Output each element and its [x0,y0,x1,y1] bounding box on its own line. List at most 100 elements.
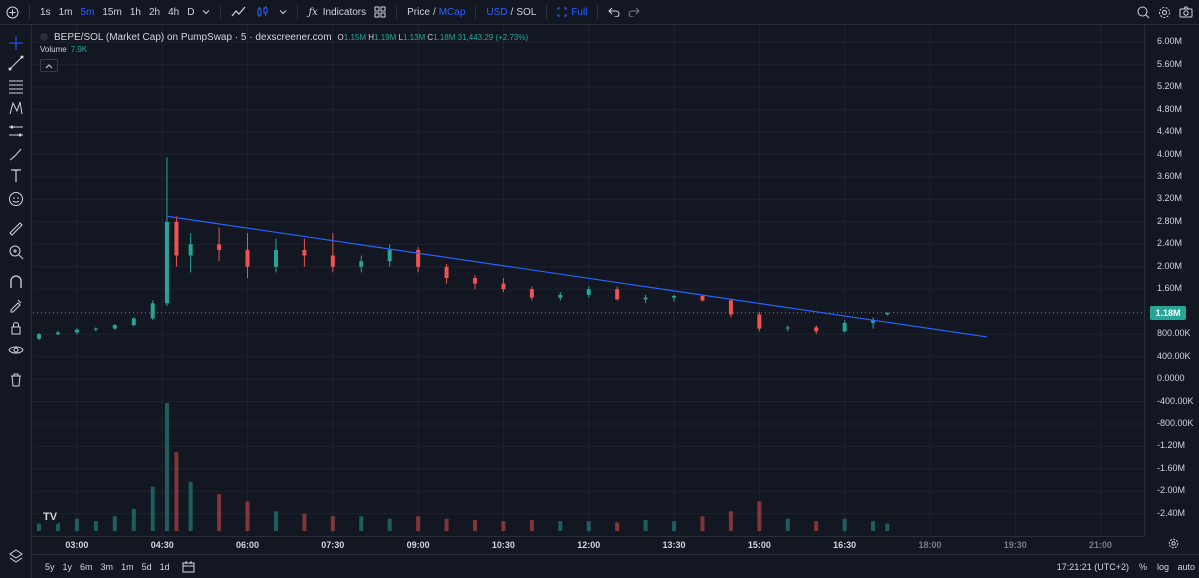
chart-type-dropdown-icon[interactable] [275,0,291,25]
volume-bar [728,511,733,531]
fib-retracement-icon[interactable] [6,76,26,96]
candles-icon[interactable] [251,0,275,25]
range-1y[interactable]: 1y [59,562,77,572]
stay-drawing-icon[interactable] [6,295,26,315]
candle-body [330,255,335,267]
log-scale-button[interactable]: log [1157,562,1169,572]
auto-scale-button[interactable]: auto [1177,562,1195,572]
price-tick: -1.20M [1157,440,1186,451]
trend-line-icon[interactable] [6,53,26,73]
add-symbol-icon[interactable] [0,0,23,25]
undo-icon[interactable] [604,0,624,25]
volume-bar [885,523,890,531]
currency-toggle[interactable]: USD / SOL [482,0,540,25]
close-value: 1.18M [433,32,456,42]
candle-body [558,294,563,298]
timeframe-dropdown-icon[interactable] [198,0,214,25]
timeframe-1s[interactable]: 1s [36,0,55,25]
range-1m[interactable]: 1m [117,562,138,572]
pattern-icon[interactable] [6,98,26,118]
candle-body [444,266,449,278]
volume-bar [842,518,847,531]
full-button[interactable]: Full [553,0,591,25]
time-axis[interactable]: 03:00 04:30 06:00 07:30 09:00 10:30 12:00 13:30… [33,536,1144,554]
chart-title: BEPE/SOL (Market Cap) on PumpSwap · 5 · … [54,31,332,43]
layout-grid-icon[interactable] [370,0,390,25]
tradingview-logo[interactable]: TV [40,510,61,524]
price-tick: 1.60M [1157,283,1183,294]
zoom-in-icon[interactable] [6,242,26,262]
timeframe-5m[interactable]: 5m [76,0,98,25]
candle-body [757,314,762,329]
candle-body [174,221,179,256]
candle-body [501,283,506,290]
price-tick: -400.00K [1157,395,1194,406]
volume-bar [444,518,449,531]
timeframe-2h[interactable]: 2h [145,0,164,25]
time-tick: 04:30 [150,540,174,550]
mcap-label: MCap [438,6,466,18]
volume-bar [330,516,335,531]
collapse-legend-button[interactable] [40,59,58,72]
screenshot-camera-icon[interactable] [1175,0,1199,25]
range-6m[interactable]: 6m [76,562,97,572]
volume-bar [586,521,591,531]
range-3m[interactable]: 3m [97,562,118,572]
chart-pane[interactable] [33,25,1144,536]
timeframe-1m[interactable]: 1m [55,0,77,25]
range-5y[interactable]: 5y [41,562,59,572]
redo-icon[interactable] [624,0,644,25]
text-icon[interactable] [6,166,26,186]
line-chart-icon[interactable] [227,0,251,25]
timeframe-1h[interactable]: 1h [126,0,145,25]
change-value: 31,443.29 (+2.73%) [457,32,529,42]
time-tick: 21:00 [1089,540,1113,550]
range-1d[interactable]: 1d [156,562,174,572]
ohlc-readout: O1.15M H1.19M L1.13M C1.18M 31,443.29 (+… [338,33,529,42]
price-tick: 0.0000 [1157,373,1185,384]
time-tick: 16:30 [833,540,857,550]
low-value: 1.13M [402,32,426,42]
candlestick-chart[interactable] [33,25,1144,536]
magnet-icon[interactable] [6,272,26,292]
volume-bar [785,518,790,531]
alert-icon[interactable] [1133,0,1154,25]
volume-legend: Volume 7.9K [40,45,87,54]
eye-icon[interactable] [6,340,26,360]
timezone-clock[interactable]: 17:21:21 (UTC+2) [1057,562,1129,572]
time-tick: 15:00 [747,540,771,550]
percent-scale-button[interactable]: % [1139,562,1147,572]
brush-icon[interactable] [6,144,26,164]
emoji-icon[interactable] [6,189,26,209]
top-toolbar: 1s 1m 5m 15m 1h 2h 4h D ƒx Indicators Price / M… [0,0,1199,25]
time-tick: 18:00 [918,540,942,550]
candle-body [302,249,307,256]
symbol-logo-icon [40,33,48,41]
candle-body [473,278,477,284]
time-tick: 06:00 [236,540,260,550]
volume-bar [700,516,705,531]
crosshair-icon[interactable] [6,33,26,53]
object-tree-icon[interactable] [6,546,26,566]
trash-icon[interactable] [6,370,26,390]
bottom-toolbar: 5y 1y 6m 3m 1m 5d 1d 17:21:21 (UTC+2) % log au… [33,554,1199,578]
range-5d[interactable]: 5d [138,562,156,572]
ruler-icon[interactable] [6,219,26,239]
time-tick: 19:30 [1003,540,1027,550]
price-axis[interactable]: 6.00M 5.60M 5.20M 4.80M 4.40M 4.00M 3.60M 3.20M… [1144,25,1199,536]
settings-gear-icon[interactable] [1154,0,1175,25]
timeframe-d[interactable]: D [183,0,198,25]
prediction-icon[interactable] [6,121,26,141]
indicators-button[interactable]: ƒx Indicators [304,0,370,25]
candle-body [55,332,60,335]
axis-settings-icon[interactable] [1168,538,1179,552]
timeframe-15m[interactable]: 15m [98,0,125,25]
timeframe-4h[interactable]: 4h [164,0,183,25]
goto-date-icon[interactable] [182,560,195,573]
volume-bar [150,486,155,531]
price-mcap-toggle[interactable]: Price / MCap [403,0,469,25]
candle-body [529,289,534,298]
usd-label: USD [486,6,508,18]
lock-icon[interactable] [6,318,26,338]
price-tick: 5.60M [1157,58,1183,69]
